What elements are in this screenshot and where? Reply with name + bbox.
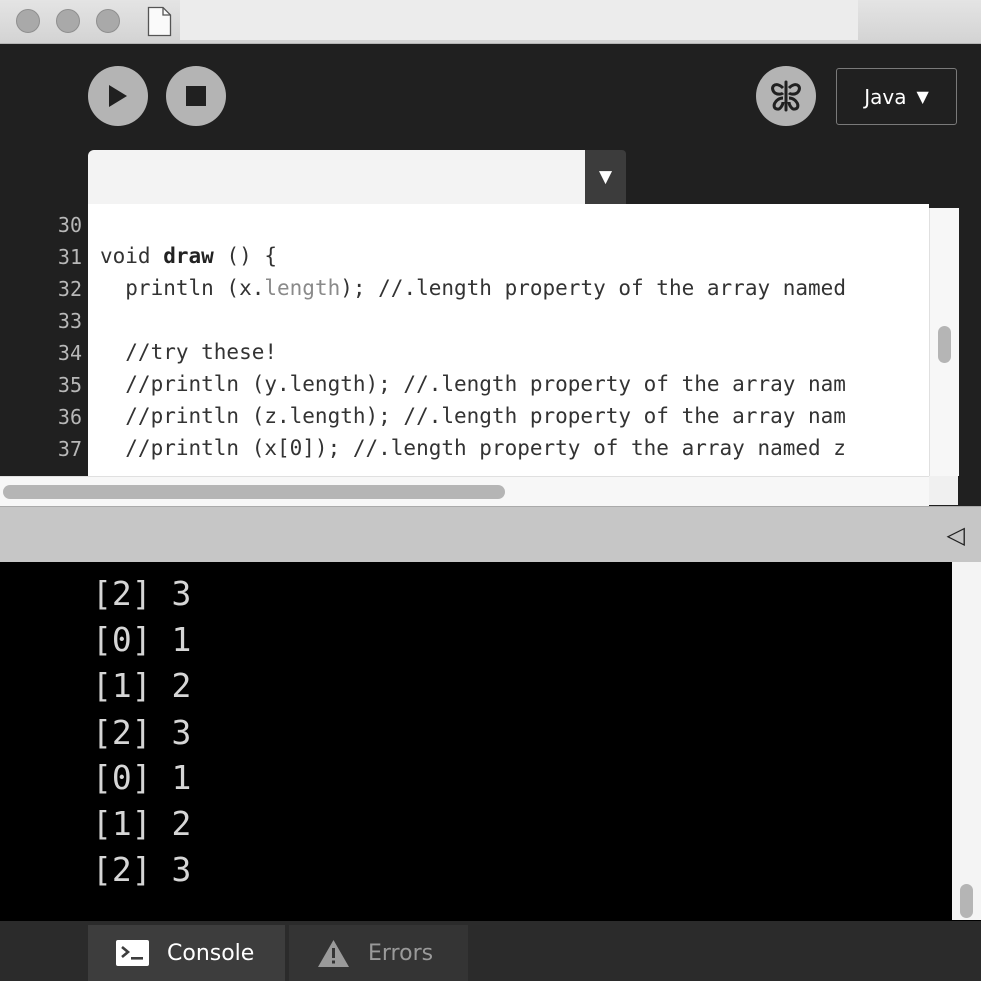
console-line: [2] 3 bbox=[92, 713, 192, 752]
footer-tabs: Console Errors bbox=[0, 921, 981, 981]
scroll-thumb[interactable] bbox=[960, 884, 973, 918]
console-line: [1] 2 bbox=[92, 804, 192, 843]
line-number: 35 bbox=[57, 373, 82, 397]
window-title bbox=[180, 0, 858, 40]
code-line: //println (z.length); //.length property… bbox=[100, 404, 846, 428]
stop-icon bbox=[186, 86, 206, 106]
scroll-thumb[interactable] bbox=[938, 326, 951, 363]
code-line: //try these! bbox=[100, 340, 278, 364]
console-line: [2] 3 bbox=[92, 574, 192, 613]
code-line: void draw () { bbox=[100, 244, 278, 268]
line-number: 36 bbox=[57, 405, 82, 429]
scroll-thumb[interactable] bbox=[3, 485, 505, 499]
mode-label: Java bbox=[864, 84, 907, 109]
code-line: //println (x[0]); //.length property of … bbox=[100, 436, 846, 460]
errors-tab-label: Errors bbox=[368, 940, 434, 966]
line-number: 33 bbox=[57, 309, 82, 333]
chevron-down-icon: ▼ bbox=[598, 167, 613, 187]
code-line: //println (y.length); //.length property… bbox=[100, 372, 846, 396]
scrollbar-corner bbox=[929, 476, 958, 505]
console-divider[interactable]: ◁ bbox=[0, 506, 981, 563]
console-scrollbar[interactable] bbox=[952, 562, 981, 920]
butterfly-icon bbox=[771, 80, 801, 112]
line-number: 37 bbox=[57, 437, 82, 461]
debug-button[interactable] bbox=[756, 66, 816, 126]
collapse-icon[interactable]: ◁ bbox=[947, 521, 965, 549]
mode-selector[interactable]: Java ▼ bbox=[836, 68, 957, 125]
tab-console[interactable]: Console bbox=[88, 925, 285, 981]
console-line: [0] 1 bbox=[92, 620, 192, 659]
console-line: [0] 1 bbox=[92, 758, 192, 797]
tab-menu-button[interactable]: ▼ bbox=[585, 150, 626, 204]
zoom-window-button[interactable] bbox=[96, 9, 120, 33]
editor-horizontal-scrollbar[interactable] bbox=[0, 476, 929, 506]
sketch-tab[interactable] bbox=[88, 150, 585, 208]
stop-button[interactable] bbox=[166, 66, 226, 126]
console-line: [2] 3 bbox=[92, 850, 192, 889]
play-icon bbox=[109, 85, 127, 107]
warning-icon bbox=[318, 939, 349, 967]
close-window-button[interactable] bbox=[16, 9, 40, 33]
editor-vertical-scrollbar[interactable] bbox=[929, 208, 959, 476]
console-output: [2] 3 [0] 1 [1] 2 [2] 3 [0] 1 [1] 2 [2] … bbox=[0, 562, 952, 920]
code-editor[interactable]: void draw () { println (x.length); //.le… bbox=[88, 204, 929, 476]
console-line: [1] 2 bbox=[92, 666, 192, 705]
minimize-window-button[interactable] bbox=[56, 9, 80, 33]
terminal-icon bbox=[116, 940, 149, 966]
line-number: 30 bbox=[57, 213, 82, 237]
run-button[interactable] bbox=[88, 66, 148, 126]
line-number: 31 bbox=[57, 245, 82, 269]
line-number: 34 bbox=[57, 341, 82, 365]
line-number: 32 bbox=[57, 277, 82, 301]
tab-errors[interactable]: Errors bbox=[289, 925, 468, 981]
line-number-gutter: 30 31 32 33 34 35 36 37 bbox=[0, 208, 88, 476]
chevron-down-icon: ▼ bbox=[916, 87, 929, 106]
console-tab-label: Console bbox=[167, 940, 255, 966]
document-icon bbox=[147, 6, 172, 37]
title-bar bbox=[0, 0, 981, 44]
code-line: println (x.length); //.length property o… bbox=[100, 276, 846, 300]
